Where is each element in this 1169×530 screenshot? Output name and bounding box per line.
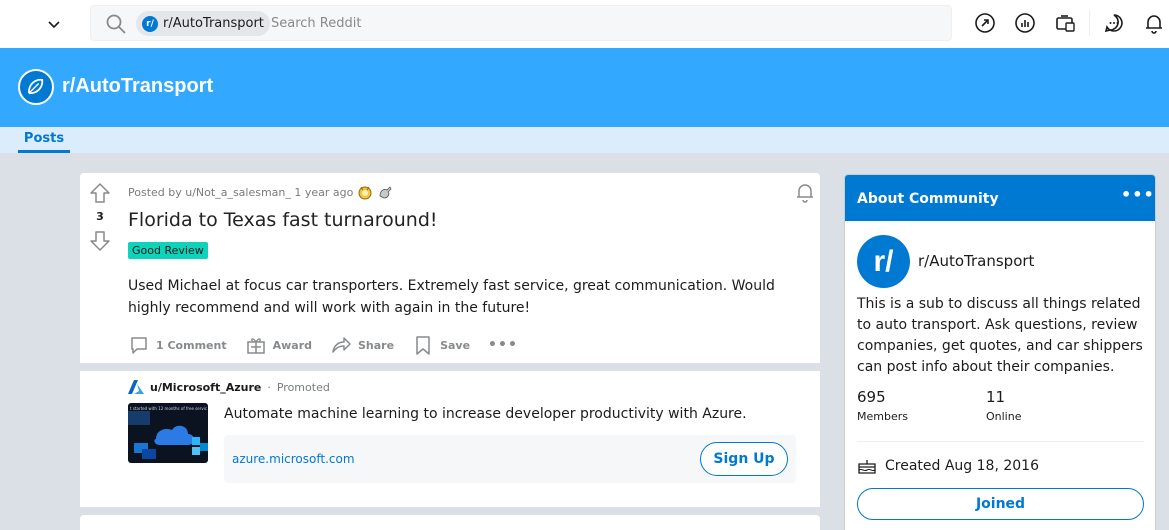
comment-icon: [131, 337, 147, 354]
joined-button[interactable]: Joined: [857, 488, 1144, 520]
subreddit-banner: r/AutoTransport: [0, 48, 1169, 127]
tab-posts[interactable]: Posts: [18, 131, 70, 153]
sign-up-button[interactable]: Sign Up: [700, 442, 788, 476]
post-actions: 1 Comment Award Share Save •••: [128, 333, 536, 357]
post-body: Used Michael at focus car transporters. …: [128, 278, 775, 316]
online-label: Online: [986, 410, 1022, 423]
downvote-icon[interactable]: [89, 230, 111, 252]
chat-icon[interactable]: [1103, 12, 1125, 34]
vote-column: 3: [80, 173, 120, 363]
subreddit-tabs: Posts: [0, 127, 1169, 153]
post-card[interactable]: 3 Posted by u/Not_a_salesman_ 1 year ago…: [80, 173, 820, 363]
top-header: r/ r/AutoTransport: [0, 0, 1169, 48]
bookmark-icon: [416, 336, 430, 355]
search-input[interactable]: [271, 12, 871, 34]
about-community-panel: About Community ••• r/ r/AutoTransport T…: [844, 174, 1156, 530]
stats-icon[interactable]: [1014, 12, 1036, 34]
vote-count: 3: [96, 210, 104, 223]
search-bar[interactable]: r/ r/AutoTransport: [90, 5, 952, 41]
promoted-tag: Promoted: [276, 380, 330, 394]
award-button[interactable]: Award: [245, 334, 312, 356]
promoted-header: u/Microsoft_Azure · Promoted: [128, 380, 330, 394]
share-icon: [332, 337, 351, 353]
subreddit-avatar-icon: r/: [142, 15, 158, 32]
notifications-icon[interactable]: [1143, 12, 1165, 34]
online-count: 11: [986, 388, 1006, 406]
subreddit-search-chip[interactable]: r/ r/AutoTransport: [136, 11, 270, 36]
share-button[interactable]: Share: [330, 334, 394, 356]
search-icon: [106, 14, 126, 34]
follow-bell-icon[interactable]: [794, 181, 816, 203]
hands-award-icon: [379, 186, 392, 199]
comments-button[interactable]: 1 Comment: [128, 334, 227, 356]
mod-icon[interactable]: [1054, 12, 1076, 34]
post-meta: Posted by u/Not_a_salesman_ 1 year ago: [128, 184, 393, 200]
promoted-text[interactable]: Automate machine learning to increase de…: [224, 406, 747, 422]
chevron-down-icon[interactable]: [44, 14, 64, 34]
post-meta-text: Posted by u/Not_a_salesman_ 1 year ago: [128, 185, 354, 199]
community-description: This is a sub to discuss all things rela…: [857, 296, 1143, 375]
more-options-icon[interactable]: •••: [1121, 185, 1155, 204]
subreddit-icon: [18, 69, 54, 105]
azure-logo-icon: [128, 380, 144, 394]
leaf-icon: [27, 78, 44, 95]
separator-dot: ·: [267, 380, 271, 394]
members-label: Members: [857, 410, 908, 423]
promoted-user[interactable]: u/Microsoft_Azure: [150, 381, 261, 394]
sidebar-divider: [857, 441, 1144, 442]
promoted-url[interactable]: azure.microsoft.com: [232, 452, 355, 466]
save-button[interactable]: Save: [412, 334, 470, 356]
next-post-card[interactable]: [80, 515, 820, 530]
subreddit-title: r/AutoTransport: [62, 75, 214, 97]
thumbnail-caption: t started with 12 months of free servic: [130, 406, 208, 411]
share-label: Share: [358, 338, 395, 352]
promoted-thumbnail[interactable]: t started with 12 months of free servic: [128, 403, 208, 463]
cake-icon: [858, 460, 876, 474]
cloud-graphic-icon: [128, 411, 208, 459]
gift-icon: [246, 338, 265, 354]
award-label: Award: [272, 338, 312, 352]
post-title[interactable]: Florida to Texas fast turnaround!: [128, 209, 438, 231]
save-label: Save: [440, 338, 471, 352]
promoted-link-box[interactable]: azure.microsoft.com Sign Up: [224, 435, 796, 483]
popular-icon[interactable]: [974, 12, 996, 34]
community-name[interactable]: r/AutoTransport: [918, 252, 1034, 270]
post-flair[interactable]: Good Review: [128, 242, 208, 259]
header-divider: [1089, 10, 1090, 36]
created-date-text: Created Aug 18, 2016: [885, 458, 1039, 474]
award-badge-icon: [358, 186, 372, 200]
about-community-title: About Community: [857, 191, 999, 207]
more-options-button[interactable]: •••: [488, 337, 518, 353]
promoted-post-card[interactable]: u/Microsoft_Azure · Promoted t started w…: [80, 371, 820, 507]
upvote-icon[interactable]: [89, 182, 111, 204]
comments-label: 1 Comment: [156, 338, 227, 352]
about-community-header: About Community •••: [845, 175, 1155, 221]
created-date: Created Aug 18, 2016: [857, 456, 1039, 476]
community-avatar: r/: [857, 235, 910, 288]
members-count: 695: [857, 388, 886, 406]
subreddit-chip-label: r/AutoTransport: [163, 16, 264, 31]
more-options-icon: •••: [488, 337, 518, 353]
